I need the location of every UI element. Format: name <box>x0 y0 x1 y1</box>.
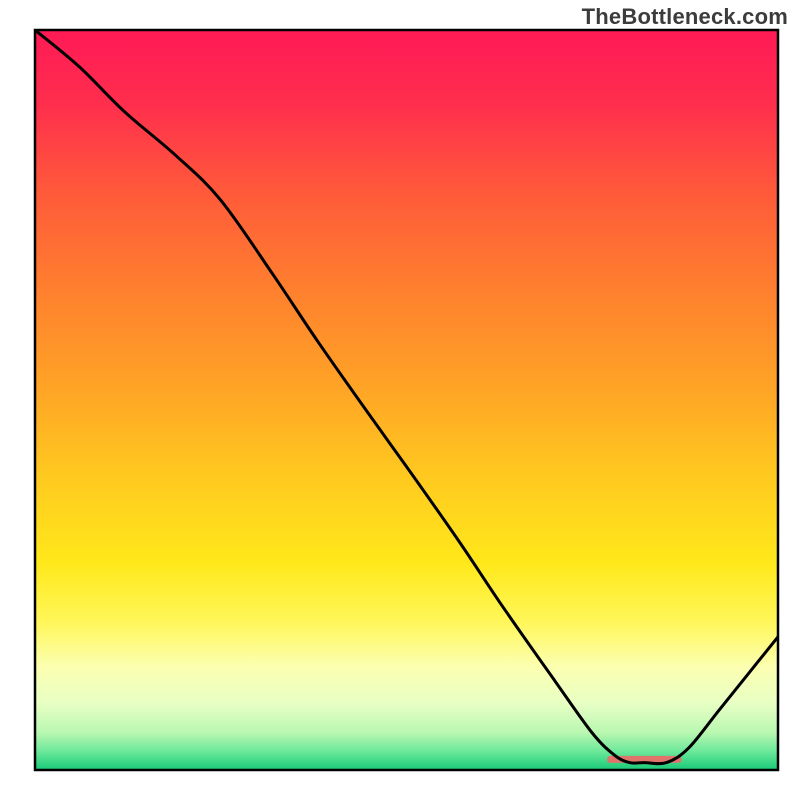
bottleneck-chart <box>0 0 800 800</box>
gradient-background <box>35 30 778 770</box>
chart-container: TheBottleneck.com <box>0 0 800 800</box>
